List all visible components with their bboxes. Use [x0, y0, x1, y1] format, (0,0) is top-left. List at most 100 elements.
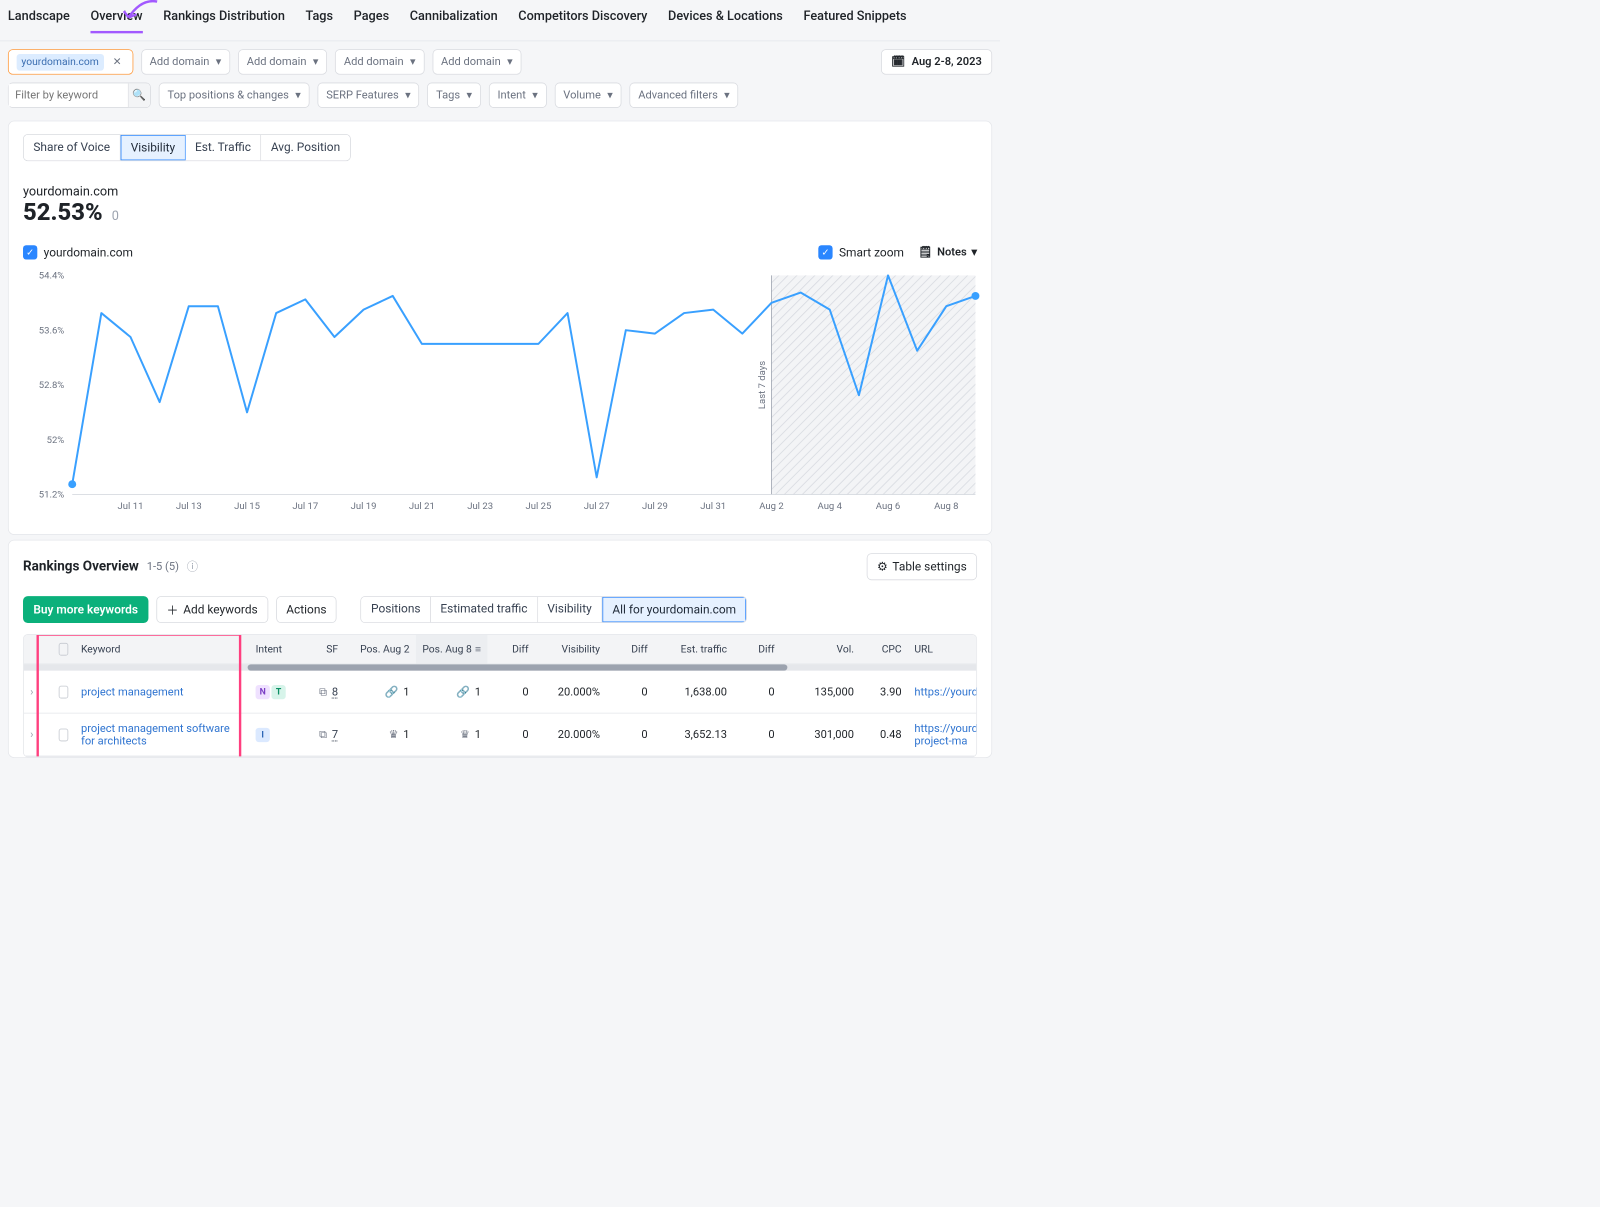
- svg-text:52%: 52%: [47, 435, 65, 446]
- col-intent[interactable]: Intent: [249, 635, 297, 664]
- svg-text:Aug 8: Aug 8: [934, 501, 958, 512]
- col-pos-aug2[interactable]: Pos. Aug 2: [344, 635, 415, 664]
- tab-share-of-voice[interactable]: Share of Voice: [24, 135, 121, 160]
- svg-text:53.6%: 53.6%: [39, 325, 65, 336]
- url-link[interactable]: https://yourdomain.com/: [914, 685, 977, 698]
- nav-rankings-distribution[interactable]: Rankings Distribution: [163, 8, 285, 31]
- row-checkbox[interactable]: [59, 685, 69, 698]
- rankings-view-tabs: Positions Estimated traffic Visibility A…: [361, 596, 748, 623]
- col-vol[interactable]: Vol.: [781, 635, 860, 664]
- nav-competitors-discovery[interactable]: Competitors Discovery: [518, 8, 647, 31]
- nav-landscape[interactable]: Landscape: [8, 8, 70, 31]
- vol-value: 301,000: [781, 714, 860, 756]
- url-link[interactable]: https://yourdomain.com...-project-ma: [914, 722, 977, 747]
- tab-avg-position[interactable]: Avg. Position: [261, 135, 349, 160]
- chevron-down-icon: ▾: [295, 89, 301, 102]
- search-icon[interactable]: 🔍: [128, 83, 150, 107]
- buy-keywords-button[interactable]: Buy more keywords: [23, 596, 148, 623]
- select-all-checkbox[interactable]: [59, 643, 69, 656]
- volume-filter[interactable]: Volume▾: [555, 83, 622, 108]
- add-domain-4[interactable]: Add domain▾: [432, 49, 521, 74]
- add-domain-1[interactable]: Add domain▾: [141, 49, 230, 74]
- svg-text:Jul 17: Jul 17: [292, 501, 318, 512]
- row-checkbox[interactable]: [59, 728, 69, 741]
- add-keywords-button[interactable]: ＋ Add keywords: [156, 596, 268, 623]
- metric-tabs: Share of Voice Visibility Est. Traffic A…: [23, 134, 350, 161]
- chevron-down-icon: ▾: [532, 89, 538, 102]
- col-url[interactable]: URL: [908, 635, 952, 664]
- col-pos-aug8[interactable]: Pos. Aug 8≡: [416, 635, 487, 664]
- view-est-traffic[interactable]: Estimated traffic: [431, 597, 538, 622]
- expand-icon[interactable]: ›: [30, 685, 33, 698]
- svg-text:Aug 6: Aug 6: [876, 501, 900, 512]
- tab-est-traffic[interactable]: Est. Traffic: [185, 135, 261, 160]
- view-positions[interactable]: Positions: [361, 597, 430, 622]
- keyword-link[interactable]: project management software for architec…: [81, 722, 243, 747]
- nav-featured-snippets[interactable]: Featured Snippets: [803, 8, 906, 31]
- serp-icon[interactable]: ⧉: [319, 728, 327, 741]
- col-est-traffic[interactable]: Est. traffic: [654, 635, 733, 664]
- actions-menu[interactable]: Actions: [276, 596, 337, 623]
- domain-label: yourdomain.com: [17, 54, 104, 71]
- diff-value: 0: [487, 671, 535, 713]
- domain-chip[interactable]: yourdomain.com ✕: [8, 49, 133, 74]
- svg-text:Jul 19: Jul 19: [351, 501, 377, 512]
- svg-text:Jul 11: Jul 11: [118, 501, 144, 512]
- note-icon: 🗒: [918, 246, 932, 259]
- date-range-picker[interactable]: 🗓 Aug 2-8, 2023: [881, 49, 992, 74]
- col-diff-1[interactable]: Diff: [487, 635, 535, 664]
- col-cpc[interactable]: CPC: [860, 635, 908, 664]
- smart-zoom-toggle[interactable]: Smart zoom: [818, 245, 904, 259]
- diff-value: 0: [606, 671, 654, 713]
- col-visibility[interactable]: Visibility: [535, 635, 606, 664]
- sf-count[interactable]: 8: [332, 685, 338, 698]
- info-icon[interactable]: ⓘ: [187, 559, 198, 575]
- expand-icon[interactable]: ›: [30, 728, 33, 741]
- visibility-chart: 54.4%53.6%52.8%52%51.2%Last 7 daysJul 11…: [23, 267, 977, 521]
- serp-features-filter[interactable]: SERP Features▾: [317, 83, 419, 108]
- search-input[interactable]: [9, 84, 128, 106]
- svg-text:Aug 4: Aug 4: [818, 501, 843, 512]
- keyword-link[interactable]: project management: [81, 685, 184, 698]
- view-all-domain[interactable]: All for yourdomain.com: [602, 597, 746, 622]
- col-keyword[interactable]: Keyword: [75, 635, 250, 664]
- sf-count[interactable]: 7: [332, 728, 338, 741]
- add-domain-2[interactable]: Add domain▾: [238, 49, 327, 74]
- sort-icon: ≡: [475, 643, 481, 656]
- intent-badges: NT: [249, 671, 297, 713]
- intent-filter[interactable]: Intent▾: [489, 83, 547, 108]
- h-scrollbar[interactable]: [24, 664, 976, 670]
- col-diff-2[interactable]: Diff: [606, 635, 654, 664]
- nav-pages[interactable]: Pages: [354, 8, 389, 31]
- legend-domain[interactable]: yourdomain.com: [23, 245, 133, 259]
- headline-metric: yourdomain.com 52.53% 0: [23, 183, 977, 226]
- nav-devices-locations[interactable]: Devices & Locations: [668, 8, 783, 31]
- keyword-search[interactable]: 🔍: [8, 83, 151, 108]
- col-sf[interactable]: SF: [297, 635, 345, 664]
- diff-value: 0: [733, 714, 781, 756]
- rankings-card: Rankings Overview 1-5 (5) ⓘ ⚙ Table sett…: [8, 540, 992, 758]
- tab-visibility[interactable]: Visibility: [120, 135, 185, 160]
- metric-domain: yourdomain.com: [23, 183, 977, 198]
- rankings-subtitle: 1-5 (5): [147, 560, 179, 573]
- add-domain-3[interactable]: Add domain▾: [335, 49, 424, 74]
- table-settings-button[interactable]: ⚙ Table settings: [867, 553, 977, 580]
- advanced-filters[interactable]: Advanced filters▾: [629, 83, 738, 108]
- view-visibility[interactable]: Visibility: [538, 597, 602, 622]
- link-icon: 🔗: [385, 685, 399, 698]
- top-positions-filter[interactable]: Top positions & changes▾: [159, 83, 310, 108]
- col-diff-3[interactable]: Diff: [733, 635, 781, 664]
- close-icon[interactable]: ✕: [110, 55, 124, 69]
- serp-icon[interactable]: ⧉: [319, 685, 327, 698]
- notes-menu[interactable]: 🗒 Notes ▾: [918, 246, 977, 259]
- tags-filter[interactable]: Tags▾: [427, 83, 480, 108]
- pos-aug8-value: 1: [475, 685, 481, 698]
- filter-row-options: 🔍 Top positions & changes▾ SERP Features…: [0, 83, 1000, 116]
- metric-value: 52.53%: [23, 198, 103, 226]
- chevron-down-icon: ▾: [507, 56, 513, 69]
- svg-text:Aug 2: Aug 2: [759, 501, 783, 512]
- checkbox-icon[interactable]: [23, 245, 37, 259]
- checkbox-icon[interactable]: [818, 245, 832, 259]
- nav-tags[interactable]: Tags: [306, 8, 333, 31]
- nav-cannibalization[interactable]: Cannibalization: [410, 8, 498, 31]
